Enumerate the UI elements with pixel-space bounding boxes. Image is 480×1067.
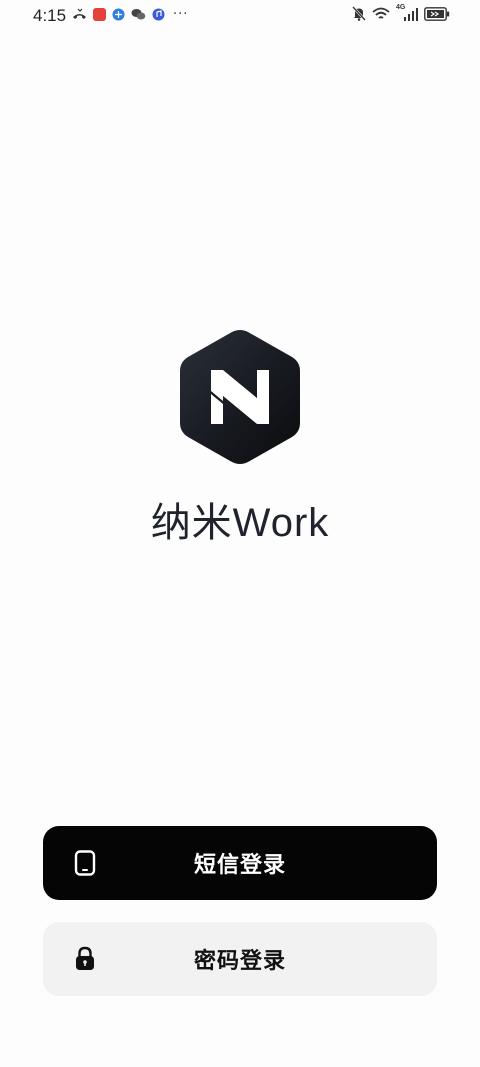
status-time: 4:15 [33,6,67,25]
missed-call-icon [73,8,86,19]
sms-login-button[interactable]: 短信登录 [43,826,437,900]
app-logo [178,328,302,466]
silent-bell-icon [352,6,366,21]
cellular-signal: 4G [396,4,418,21]
status-system-icons: 4G [352,4,450,21]
battery-icon [424,6,450,21]
password-login-label: 密码登录 [193,949,286,974]
phone-icon [73,850,97,876]
sms-login-label: 短信登录 [193,853,286,878]
wifi-icon [372,7,390,19]
more-notifications-icon: ··· [173,7,189,22]
brand-name: 纳米Work [150,501,330,545]
status-notifications: ··· [72,8,188,21]
logo-hexagon-icon [180,330,300,464]
app-notification-icon [93,8,106,21]
lock-icon [73,946,97,972]
status-bar: 4:15 ··· 4G [0,0,480,32]
music-icon [152,8,165,21]
password-login-button[interactable]: 密码登录 [43,922,437,996]
browser-icon [112,8,125,21]
signal-icon [404,8,418,21]
wechat-icon [131,9,146,20]
